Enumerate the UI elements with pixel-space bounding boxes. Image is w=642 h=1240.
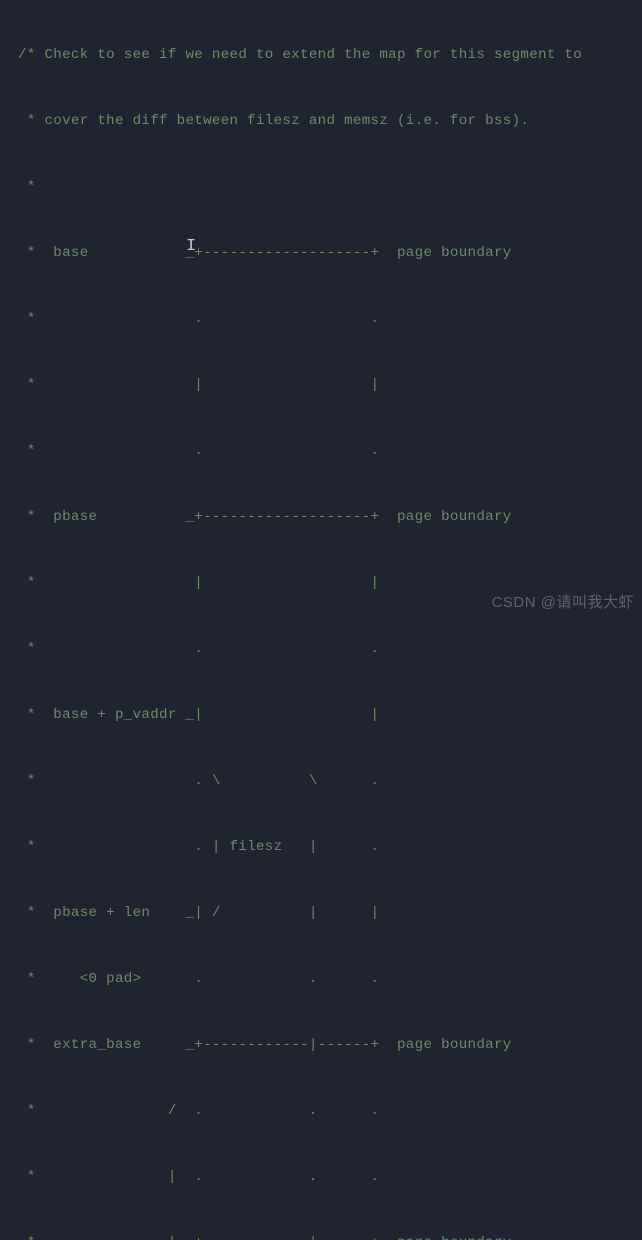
comment-line: * | |	[18, 572, 642, 594]
comment-line: * base + p_vaddr _| |	[18, 704, 642, 726]
comment-line: * pbase _+-------------------+ page boun…	[18, 506, 642, 528]
comment-line: * . | filesz | .	[18, 836, 642, 858]
code-editor[interactable]: /* Check to see if we need to extend the…	[0, 0, 642, 1240]
comment-line: * | +------------|------+ page boundary	[18, 1232, 642, 1240]
comment-line: * . .	[18, 308, 642, 330]
comment-line: * pbase + len _| / | |	[18, 902, 642, 924]
comment-line: * | |	[18, 374, 642, 396]
watermark: CSDN @请叫我大虾	[492, 592, 634, 614]
comment-line: * / . . .	[18, 1100, 642, 1122]
comment-line: * . \ \ .	[18, 770, 642, 792]
comment-line: * | . . .	[18, 1166, 642, 1188]
comment-line: /* Check to see if we need to extend the…	[18, 44, 642, 66]
comment-line: *	[18, 176, 642, 198]
comment-line: * base _+-------------------+ page bound…	[18, 242, 642, 264]
comment-line: * . .	[18, 638, 642, 660]
comment-line: * <0 pad> . . .	[18, 968, 642, 990]
comment-line: * extra_base _+------------|------+ page…	[18, 1034, 642, 1056]
comment-line: * cover the diff between filesz and mems…	[18, 110, 642, 132]
comment-line: * . .	[18, 440, 642, 462]
